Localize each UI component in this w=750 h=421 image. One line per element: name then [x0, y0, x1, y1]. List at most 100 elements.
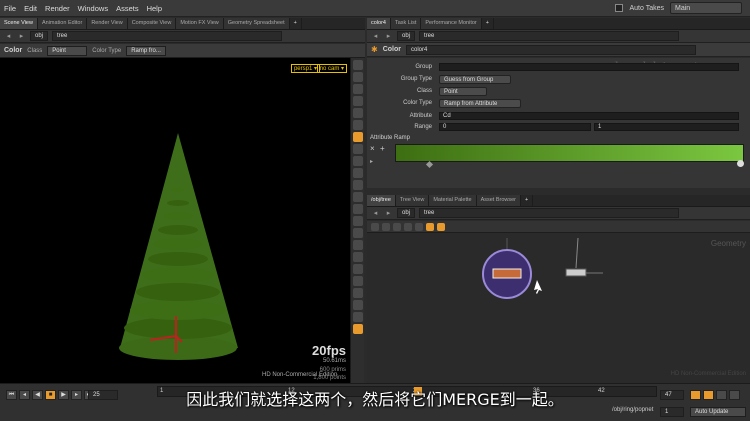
merge-node[interactable] — [492, 268, 522, 279]
shape-palette-icon[interactable] — [437, 222, 445, 231]
point-select-icon[interactable] — [352, 180, 363, 190]
shaded-icon[interactable] — [352, 276, 363, 286]
forward-arrow-icon[interactable]: ▸ — [384, 32, 393, 41]
list-icon[interactable] — [371, 222, 379, 231]
color-type-select[interactable]: Ramp from Attribute — [439, 99, 521, 108]
grid-icon[interactable] — [382, 222, 390, 231]
mouse-cursor-icon — [534, 280, 542, 294]
menu-assets[interactable]: Assets — [112, 0, 143, 17]
menu-file[interactable]: File — [0, 0, 20, 17]
normals-icon[interactable] — [352, 312, 363, 322]
forward-arrow-icon[interactable]: ▸ — [17, 32, 26, 41]
path-obj[interactable]: obj — [397, 31, 416, 41]
visibility-icon[interactable] — [352, 300, 363, 310]
layout-icon[interactable] — [393, 222, 401, 231]
tab-animation-editor[interactable]: Animation Editor — [37, 18, 88, 29]
viewport-toolbar: Color Class Point Color Type Ramp fro... — [0, 44, 365, 58]
handle-tool-icon[interactable] — [352, 120, 363, 130]
tab-tree-view[interactable]: Tree View — [395, 195, 430, 206]
left-tab-bar: Scene View Animation Editor Render View … — [0, 18, 365, 30]
tab-task-list[interactable]: Task List — [390, 18, 422, 29]
edge-select-icon[interactable] — [352, 192, 363, 202]
view-tool-icon[interactable] — [352, 132, 363, 142]
path-node[interactable]: tree — [52, 31, 283, 41]
add-tab-icon[interactable]: + — [481, 18, 494, 29]
tab-composite-view[interactable]: Composite View — [127, 18, 177, 29]
select-tool-icon[interactable] — [352, 60, 363, 70]
add-tab-icon[interactable]: + — [289, 18, 302, 29]
gear-icon[interactable]: ✱ — [371, 45, 378, 54]
network-editor[interactable]: Geometry HD Non-Commercial Edition — [367, 233, 750, 383]
attribute-field[interactable]: Cd — [439, 112, 739, 120]
ramp-expand-icon[interactable]: ▸ — [370, 158, 373, 165]
class-select[interactable]: Point — [439, 87, 487, 96]
lasso-tool-icon[interactable] — [352, 240, 363, 250]
wireframe-icon[interactable] — [352, 264, 363, 274]
network-path-bar: ◂ ▸ obj tree — [367, 207, 750, 220]
tab-motion-fx-view[interactable]: Motion FX View — [176, 18, 224, 29]
tab-geometry-spreadsheet[interactable]: Geometry Spreadsheet — [223, 18, 290, 29]
sticky-note-icon[interactable] — [415, 222, 423, 231]
class-select[interactable]: Point — [47, 45, 88, 56]
pose-tool-icon[interactable] — [352, 108, 363, 118]
lock-camera-icon[interactable] — [352, 324, 363, 334]
color-node[interactable] — [565, 268, 587, 277]
back-arrow-icon[interactable]: ◂ — [371, 32, 380, 41]
range-max-field[interactable]: 1 — [594, 123, 739, 131]
network-box-icon[interactable] — [404, 222, 412, 231]
tree-geometry — [119, 133, 238, 360]
forward-arrow-icon[interactable]: ▸ — [384, 209, 393, 218]
light-tool-icon[interactable] — [352, 144, 363, 154]
param-tab-bar: color4 Task List Performance Monitor + — [367, 18, 750, 30]
group-type-select[interactable]: Guess from Group — [439, 75, 511, 84]
tab-performance-monitor[interactable]: Performance Monitor — [421, 18, 482, 29]
scene-viewport[interactable]: persp1 ▾ no cam ▾ 20fps 50.61ms 600 prim… — [0, 58, 350, 383]
vertex-select-icon[interactable] — [352, 216, 363, 226]
ramp-key-right[interactable] — [737, 160, 744, 167]
auto-takes-checkbox[interactable] — [615, 4, 624, 12]
display-options-icon[interactable] — [352, 252, 363, 262]
color-sop-label: Color — [4, 47, 23, 54]
move-tool-icon[interactable] — [352, 72, 363, 82]
scale-tool-icon[interactable] — [352, 96, 363, 106]
camera-icon[interactable] — [352, 288, 363, 298]
attribute-ramp-label: Attribute Ramp — [370, 135, 411, 141]
path-node[interactable]: tree — [419, 31, 680, 41]
grid-snap-icon[interactable] — [352, 168, 363, 178]
tab-asset-browser[interactable]: Asset Browser — [476, 195, 522, 206]
class-label: Class — [27, 47, 43, 54]
color-type-select[interactable]: Ramp fro... — [126, 45, 167, 56]
param-header: ✱ Color color4 — [367, 43, 750, 57]
menu-edit[interactable]: Edit — [20, 0, 41, 17]
node-graph — [482, 237, 603, 299]
prim-select-icon[interactable] — [352, 204, 363, 214]
rotate-tool-icon[interactable] — [352, 84, 363, 94]
ramp-remove-icon[interactable]: × — [370, 144, 375, 153]
menu-render[interactable]: Render — [41, 0, 74, 17]
ms-readout: 50.61ms — [322, 358, 346, 364]
range-min-field[interactable]: 0 — [439, 123, 591, 131]
tab-color4[interactable]: color4 — [367, 18, 391, 29]
menu-windows[interactable]: Windows — [74, 0, 112, 17]
group-field[interactable] — [439, 63, 739, 71]
tab-material-palette[interactable]: Material Palette — [429, 195, 477, 206]
tab-render-view[interactable]: Render View — [87, 18, 128, 29]
path-obj[interactable]: obj — [30, 31, 49, 41]
tab-network[interactable]: /obj/tree — [367, 195, 396, 206]
tab-scene-view[interactable]: Scene View — [0, 18, 38, 29]
menu-help[interactable]: Help — [143, 0, 166, 17]
path-obj[interactable]: obj — [397, 208, 416, 218]
ramp-add-icon[interactable]: + — [380, 144, 385, 153]
ramp-key-left[interactable] — [425, 160, 434, 169]
fps-readout: 20fps — [312, 343, 346, 358]
path-node[interactable]: tree — [419, 208, 680, 218]
color-ramp[interactable] — [395, 144, 744, 162]
color-palette-icon[interactable] — [426, 222, 434, 231]
brush-tool-icon[interactable] — [352, 228, 363, 238]
desktop-select[interactable]: Main — [670, 2, 742, 14]
add-tab-icon[interactable]: + — [521, 195, 534, 206]
node-name-field[interactable]: color4 — [405, 44, 696, 55]
back-arrow-icon[interactable]: ◂ — [4, 32, 13, 41]
back-arrow-icon[interactable]: ◂ — [371, 209, 380, 218]
snap-tool-icon[interactable] — [352, 156, 363, 166]
